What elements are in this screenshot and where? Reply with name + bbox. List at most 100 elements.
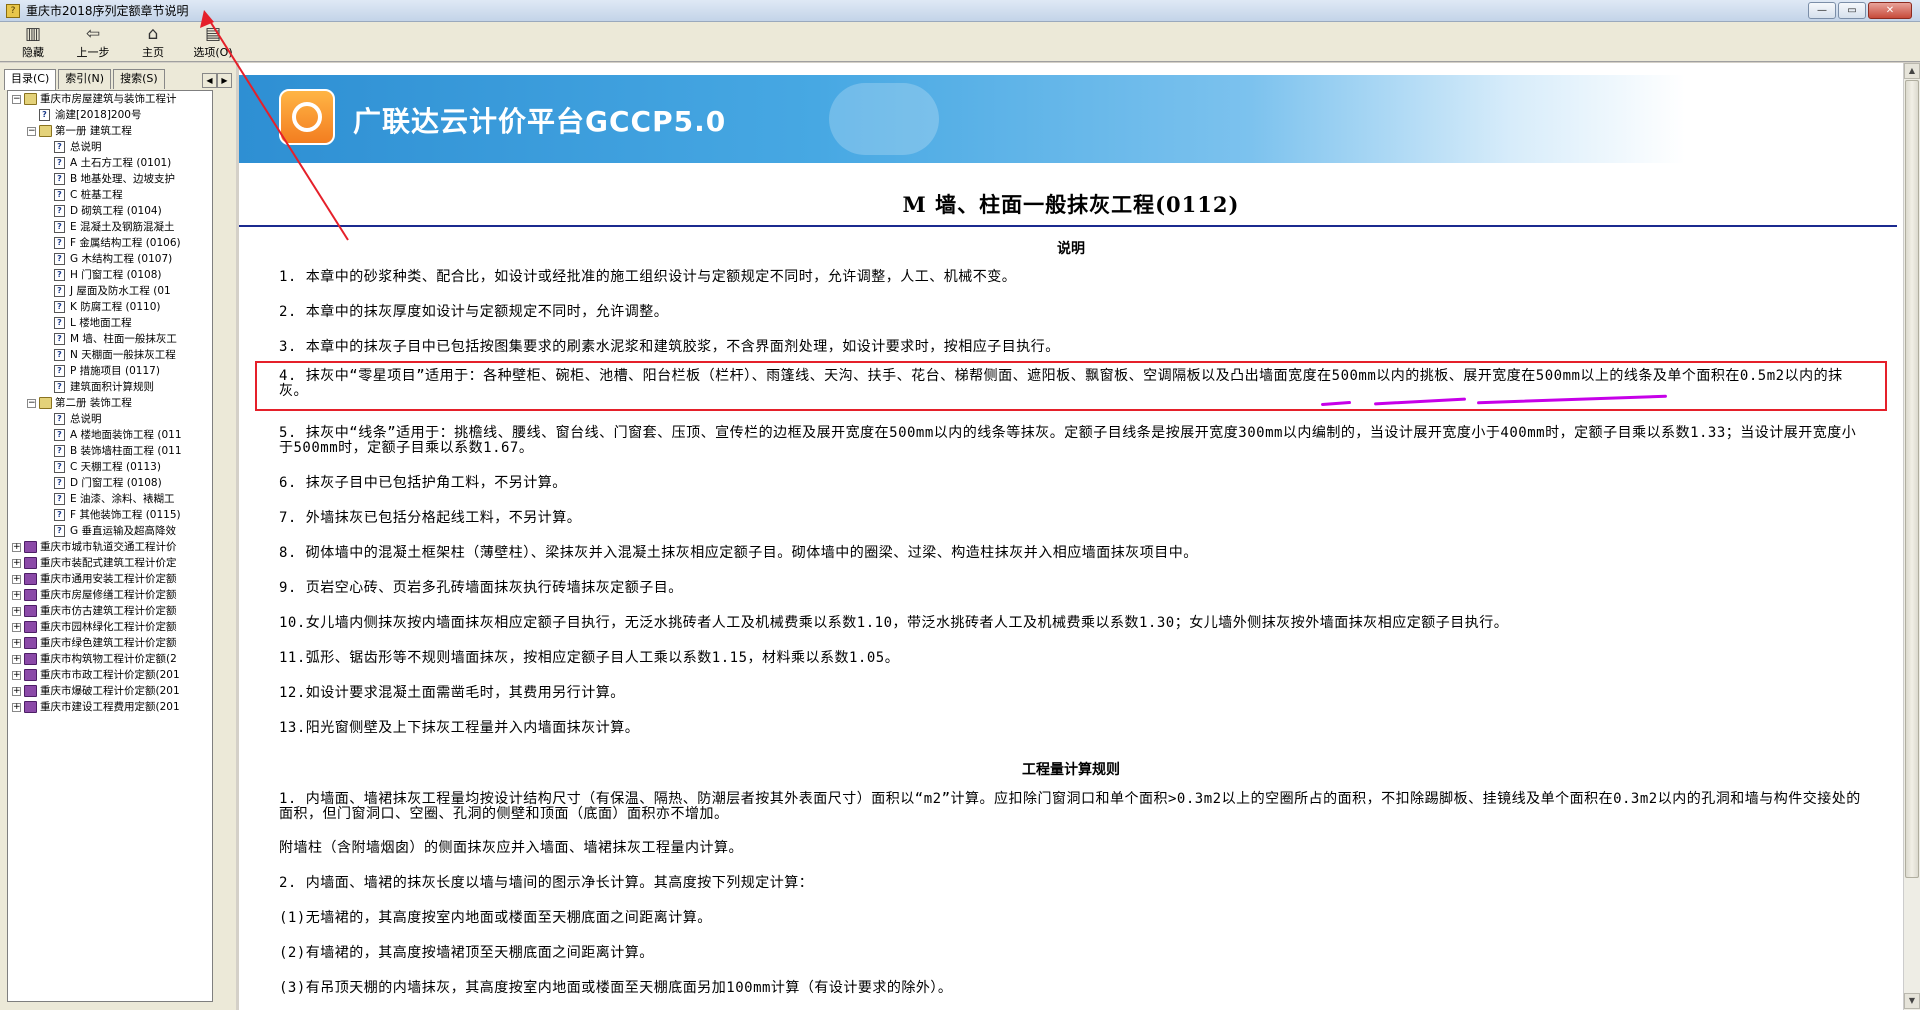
expand-icon[interactable]: + <box>12 623 21 632</box>
tree-node-book1-item[interactable]: ? F 金属结构工程 (0106) <box>8 235 212 251</box>
tree-node-other-book[interactable]: + 重庆市建设工程费用定额(201 <box>8 699 212 715</box>
tree-node-book2-item[interactable]: ? E 油漆、涂料、裱糊工 <box>8 491 212 507</box>
expand-icon[interactable]: + <box>12 703 21 712</box>
tree-node-label: C 桩基工程 <box>70 189 123 201</box>
tree-node-book1-item[interactable]: ? 建筑面积计算规则 <box>8 379 212 395</box>
maximize-button[interactable]: ▭ <box>1838 2 1866 19</box>
glodon-logo-icon <box>279 89 335 145</box>
help-page-icon: ? <box>54 141 65 153</box>
tab-scroll-right-icon[interactable]: ▶ <box>217 73 232 88</box>
book-open-icon <box>24 93 37 105</box>
tree-node-book2-item[interactable]: ? 总说明 <box>8 411 212 427</box>
collapse-icon[interactable]: − <box>12 95 21 104</box>
expand-icon[interactable]: + <box>12 655 21 664</box>
close-button[interactable]: ✕ <box>1868 2 1912 19</box>
expand-icon[interactable]: + <box>12 559 21 568</box>
tree-node-book1-item[interactable]: ? K 防腐工程 (0110) <box>8 299 212 315</box>
help-page-icon: ? <box>54 221 65 233</box>
help-page-icon: ? <box>54 317 65 329</box>
tree-node-other-book[interactable]: + 重庆市构筑物工程计价定额(2 <box>8 651 212 667</box>
tree-node-book2-item[interactable]: ? F 其他装饰工程 (0115) <box>8 507 212 523</box>
tree-node-root[interactable]: − 重庆市房屋建筑与装饰工程计 <box>8 91 212 107</box>
tree-node-book1-item[interactable]: ? J 屋面及防水工程 (01 <box>8 283 212 299</box>
tab-scroll-left-icon[interactable]: ◀ <box>202 73 217 88</box>
minimize-button[interactable]: — <box>1808 2 1836 19</box>
tree-node-book1-item[interactable]: ? E 混凝土及钢筋混凝土 <box>8 219 212 235</box>
help-page-icon: ? <box>39 109 50 121</box>
tree-node-other-book[interactable]: + 重庆市房屋修缮工程计价定额 <box>8 587 212 603</box>
options-button[interactable]: ▤ 选项(O) <box>190 22 236 60</box>
tree-node-book1-item[interactable]: ? G 木结构工程 (0107) <box>8 251 212 267</box>
expand-icon[interactable]: + <box>12 575 21 584</box>
tree-node-label: A 楼地面装饰工程 (011 <box>70 429 182 441</box>
expand-icon[interactable]: + <box>12 639 21 648</box>
tree-node-book1-item[interactable]: ? H 门窗工程 (0108) <box>8 267 212 283</box>
tab-search[interactable]: 搜索(S) <box>113 69 165 89</box>
tree-node-other-book[interactable]: + 重庆市绿色建筑工程计价定额 <box>8 635 212 651</box>
scroll-down-icon[interactable]: ▼ <box>1904 993 1920 1009</box>
home-button[interactable]: ⌂ 主页 <box>130 22 176 60</box>
tree-node-book1-item[interactable]: ? M 墙、柱面一般抹灰工 <box>8 331 212 347</box>
tree-node-book2-item[interactable]: ? D 门窗工程 (0108) <box>8 475 212 491</box>
tree-node-other-book[interactable]: + 重庆市市政工程计价定额(201 <box>8 667 212 683</box>
tree-node-book1-item[interactable]: ? P 措施项目 (0117) <box>8 363 212 379</box>
expand-icon[interactable]: + <box>12 687 21 696</box>
collapse-icon[interactable]: − <box>27 127 36 136</box>
tree-node-book2[interactable]: − 第二册 装饰工程 <box>8 395 212 411</box>
vertical-scrollbar[interactable]: ▲ ▼ <box>1903 63 1920 1010</box>
tree-node-other-book[interactable]: + 重庆市爆破工程计价定额(201 <box>8 683 212 699</box>
help-page-icon: ? <box>54 237 65 249</box>
tree-node-label: F 其他装饰工程 (0115) <box>70 509 181 521</box>
tree-node-other-book[interactable]: + 重庆市装配式建筑工程计价定 <box>8 555 212 571</box>
tree-node-book1-item[interactable]: ? 总说明 <box>8 139 212 155</box>
expand-icon[interactable]: + <box>12 543 21 552</box>
tree-node-doc-number[interactable]: ? 渝建[2018]200号 <box>8 107 212 123</box>
back-button[interactable]: ⇦ 上一步 <box>70 22 116 60</box>
section-heading-rules: 工程量计算规则 <box>1022 762 1120 778</box>
section-heading-notes: 说明 <box>1057 241 1085 257</box>
tree-node-other-book[interactable]: + 重庆市园林绿化工程计价定额 <box>8 619 212 635</box>
note-8: 8. 砌体墙中的混凝土框架柱（薄壁柱）、梁抹灰并入混凝土抹灰相应定额子目。砌体墙… <box>279 545 1198 561</box>
tree-node-book1[interactable]: − 第一册 建筑工程 <box>8 123 212 139</box>
tab-contents[interactable]: 目录(C) <box>4 69 57 90</box>
tree-node-book2-item[interactable]: ? C 天棚工程 (0113) <box>8 459 212 475</box>
tree-node-label: 建筑面积计算规则 <box>70 381 154 393</box>
tree-node-label: D 门窗工程 (0108) <box>70 477 162 489</box>
tree-node-book1-item[interactable]: ? N 天棚面一般抹灰工程 <box>8 347 212 363</box>
tree-node-other-book[interactable]: + 重庆市通用安装工程计价定额 <box>8 571 212 587</box>
tree-node-other-book[interactable]: + 重庆市仿古建筑工程计价定额 <box>8 603 212 619</box>
tree-node-book1-item[interactable]: ? C 桩基工程 <box>8 187 212 203</box>
title-bar: ? 重庆市2018序列定额章节说明 — ▭ ✕ <box>0 0 1920 22</box>
book-closed-icon <box>24 573 37 585</box>
tree-node-other-book[interactable]: + 重庆市城市轨道交通工程计价 <box>8 539 212 555</box>
help-page-icon: ? <box>54 333 65 345</box>
hide-button[interactable]: ▥ 隐藏 <box>10 22 56 60</box>
note-3: 3. 本章中的抹灰子目中已包括按图集要求的刷素水泥浆和建筑胶浆，不含界面剂处理，… <box>279 339 1060 355</box>
expand-icon[interactable]: + <box>12 671 21 680</box>
expand-icon[interactable]: + <box>12 591 21 600</box>
banner-brand: 广联达云计价平台GCCP5.0 <box>353 105 727 138</box>
collapse-icon[interactable]: − <box>27 399 36 408</box>
tree-node-label: 渝建[2018]200号 <box>55 109 142 121</box>
tree-node-book1-item[interactable]: ? B 地基处理、边坡支护 <box>8 171 212 187</box>
window-title: 重庆市2018序列定额章节说明 <box>26 4 189 18</box>
tree-node-label: 重庆市通用安装工程计价定额 <box>40 573 177 585</box>
contents-tree[interactable]: − 重庆市房屋建筑与装饰工程计? 渝建[2018]200号 − 第一册 建筑工程 ? 总说明… <box>7 90 213 1002</box>
note-2: 2. 本章中的抹灰厚度如设计与定额规定不同时，允许调整。 <box>279 304 669 320</box>
tree-node-book2-item[interactable]: ? A 楼地面装饰工程 (011 <box>8 427 212 443</box>
scroll-up-icon[interactable]: ▲ <box>1904 63 1920 79</box>
tree-node-label: 第一册 建筑工程 <box>55 125 132 137</box>
tree-node-book1-item[interactable]: ? A 土石方工程 (0101) <box>8 155 212 171</box>
book-closed-icon <box>24 557 37 569</box>
home-label: 主页 <box>142 46 164 59</box>
note-13: 13.阳光窗侧壁及上下抹灰工程量并入内墙面抹灰计算。 <box>279 720 640 736</box>
tab-index[interactable]: 索引(N) <box>58 69 112 89</box>
tree-node-book1-item[interactable]: ? D 砌筑工程 (0104) <box>8 203 212 219</box>
tree-node-book2-item[interactable]: ? B 装饰墙柱面工程 (011 <box>8 443 212 459</box>
tree-node-book2-item[interactable]: ? G 垂直运输及超高降效 <box>8 523 212 539</box>
expand-icon[interactable]: + <box>12 607 21 616</box>
help-page-icon: ? <box>54 525 65 537</box>
tree-node-label: 重庆市爆破工程计价定额(201 <box>40 685 180 697</box>
scroll-thumb[interactable] <box>1905 80 1919 878</box>
tree-node-book1-item[interactable]: ? L 楼地面工程 <box>8 315 212 331</box>
